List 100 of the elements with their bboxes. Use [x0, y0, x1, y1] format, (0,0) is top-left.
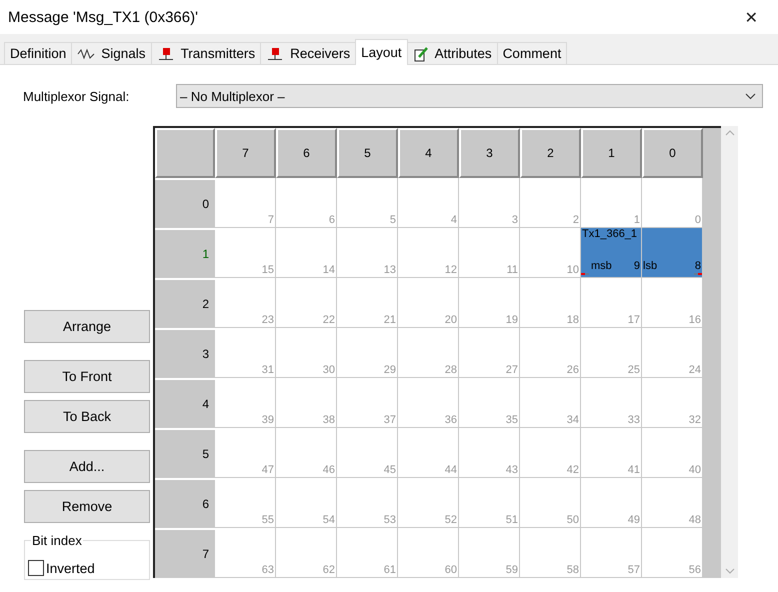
bit-number: 33 [628, 415, 640, 426]
bit-number: 30 [322, 365, 335, 376]
action-button[interactable]: Add... [24, 450, 150, 483]
flag-icon [266, 46, 284, 60]
group-title: Bit index [31, 533, 83, 548]
action-button[interactable]: Remove [24, 490, 150, 523]
bit-number: 48 [688, 515, 701, 526]
checkbox-label: Inverted [46, 560, 95, 576]
column-header: 4 [398, 128, 459, 178]
bit-number: 52 [444, 515, 457, 526]
bit-number: 47 [262, 465, 274, 476]
bit-number: 55 [262, 515, 274, 526]
bit-number: 16 [688, 315, 701, 326]
bit-number: 34 [566, 415, 579, 426]
column-header: 6 [276, 128, 337, 178]
bit-number: 5 [390, 215, 396, 226]
bit-number: 45 [384, 465, 396, 476]
signal-cell[interactable]: Tx1_366_1 msb 9 [581, 228, 642, 278]
column-header: 1 [581, 128, 642, 178]
bit-number: 38 [322, 415, 335, 426]
bit-number: 8 [694, 261, 701, 272]
bit-number: 24 [688, 365, 701, 376]
bit-number: 9 [634, 261, 640, 272]
action-button[interactable]: To Front [24, 360, 150, 393]
chevron-up-icon [724, 130, 734, 136]
bit-number: 18 [566, 315, 579, 326]
column-header: 7 [215, 128, 276, 178]
inverted-checkbox[interactable] [28, 560, 44, 576]
bit-number: 20 [444, 315, 457, 326]
bit-number: 11 [506, 265, 518, 276]
bit-number: 50 [566, 515, 579, 526]
bit-number: 61 [384, 565, 396, 576]
bit-number: 19 [506, 315, 518, 326]
bit-number: 41 [628, 465, 640, 476]
tab[interactable]: Layout [355, 39, 408, 65]
signal-name: Tx1_366_1 [582, 228, 638, 240]
bit-number: 25 [628, 365, 640, 376]
pencil-icon [412, 46, 429, 62]
bit-number: 58 [566, 565, 579, 576]
bit-number: 35 [506, 415, 518, 426]
bit-number: 12 [444, 265, 457, 276]
column-header: 3 [459, 128, 520, 178]
bit-number: 2 [572, 215, 579, 226]
action-button[interactable]: Arrange [24, 310, 150, 343]
bit-number: 13 [384, 265, 396, 276]
bit-number: 28 [444, 365, 457, 376]
bit-number: 1 [634, 215, 640, 226]
column-header: 5 [337, 128, 398, 178]
bit-number: 32 [688, 415, 701, 426]
bit-number: 63 [262, 565, 274, 576]
bit-number: 60 [444, 565, 457, 576]
scrollbar[interactable] [721, 126, 738, 578]
bit-number: 42 [566, 465, 579, 476]
bit-number: 53 [384, 515, 396, 526]
bit-number: 23 [262, 315, 274, 326]
bit-number: 26 [566, 365, 579, 376]
bit-number: 7 [268, 215, 274, 226]
bit-number: 40 [688, 465, 701, 476]
bit-number: 37 [384, 415, 396, 426]
bit-number: 43 [506, 465, 518, 476]
bit-number: 0 [694, 215, 701, 226]
bit-number: 49 [628, 515, 640, 526]
tab[interactable]: Definition [4, 42, 72, 64]
bit-number: 57 [628, 565, 640, 576]
bit-number: 22 [322, 315, 335, 326]
waveform-icon [77, 46, 96, 60]
column-header: 0 [642, 128, 703, 178]
column-header: 2 [520, 128, 581, 178]
msb-label: msb [591, 260, 612, 272]
bit-number: 3 [512, 215, 518, 226]
bit-number: 39 [262, 415, 274, 426]
tab[interactable]: Attributes [406, 42, 498, 64]
bit-number: 15 [262, 265, 274, 276]
bit-number: 21 [384, 315, 396, 326]
bit-number: 14 [322, 265, 335, 276]
bit-number: 59 [506, 565, 518, 576]
tab[interactable]: Signals [71, 42, 152, 64]
bit-number: 46 [322, 465, 335, 476]
lsb-marker-icon [694, 272, 702, 276]
signal-cell[interactable]: lsb 8 [642, 228, 703, 278]
multiplexor-dropdown[interactable]: – No Multiplexor – [176, 84, 763, 108]
bit-number: 62 [322, 565, 335, 576]
action-button[interactable]: To Back [24, 400, 150, 433]
chevron-down-icon [724, 568, 734, 574]
bit-number: 36 [444, 415, 457, 426]
flag-icon [156, 46, 175, 60]
bit-number: 29 [384, 365, 396, 376]
close-button[interactable]: ✕ [738, 8, 764, 26]
bit-number: 6 [328, 215, 335, 226]
tab[interactable]: Comment [496, 42, 568, 64]
chevron-down-icon [745, 92, 756, 100]
bit-number: 44 [444, 465, 457, 476]
bit-number: 31 [262, 365, 274, 376]
bit-number: 10 [566, 265, 579, 276]
bit-number: 4 [450, 215, 457, 226]
bit-number: 51 [506, 515, 518, 526]
field-label: Multiplexor Signal: [23, 88, 130, 104]
msb-marker-icon [581, 272, 589, 276]
bit-number: 56 [688, 565, 701, 576]
bit-number: 17 [628, 315, 640, 326]
